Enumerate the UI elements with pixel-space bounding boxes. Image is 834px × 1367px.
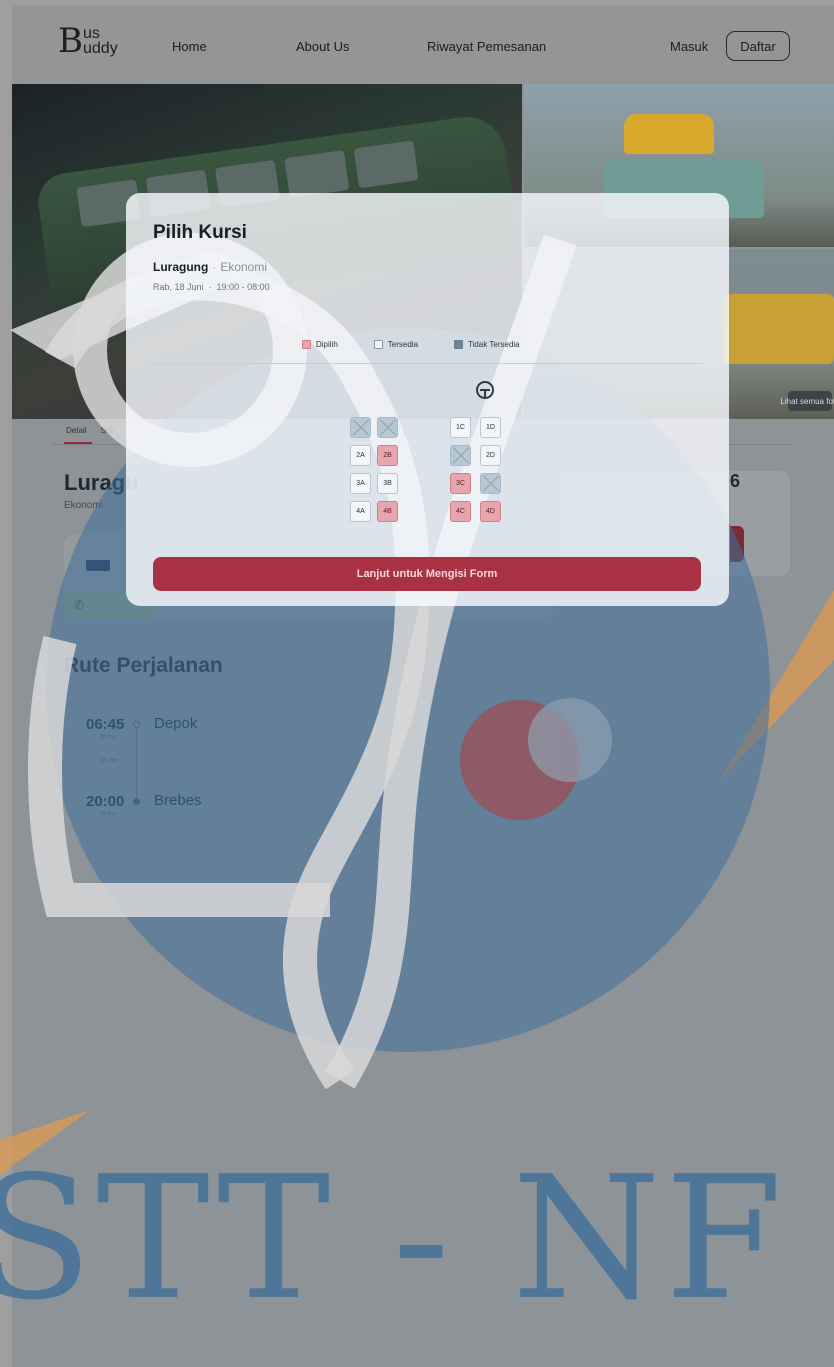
tab-seat[interactable]: Sea [100, 426, 114, 435]
duration: 13j 15m [100, 758, 118, 764]
modal-schedule: Rab, 18 Juni · 19:00 - 08:00 [153, 282, 270, 292]
modal-operator: Luragung [153, 260, 209, 274]
nav-home-link[interactable]: Home [172, 39, 207, 54]
legend-available: Tersedia [373, 340, 419, 349]
modal-title: Pilih Kursi [153, 222, 247, 243]
arrive-date: 18 Jun [100, 811, 116, 817]
seat-1d[interactable]: 1D [480, 417, 501, 438]
seat-4d[interactable]: 4D [480, 501, 501, 522]
seat-3a[interactable]: 3A [350, 473, 371, 494]
nav-history-link[interactable]: Riwayat Pemesanan [427, 39, 546, 54]
depart-date: 18 Jun [100, 734, 116, 740]
arrive-city: Brebes [154, 792, 202, 809]
legend-unavailable: Tidak Tersedia [454, 340, 520, 349]
tab-detail[interactable]: Detail [66, 426, 86, 435]
modal-date: Rab, 18 Juni [153, 282, 204, 292]
depart-time: 06:45 [86, 716, 125, 733]
seat-4c[interactable]: 4C [450, 501, 471, 522]
depart-city: Depok [154, 715, 198, 732]
route-card [64, 689, 554, 839]
steering-wheel-icon [476, 381, 494, 399]
depart-dot [133, 721, 140, 728]
seat-2c [450, 445, 471, 466]
seat-legend: Dipilih Tersedia Tidak Tersedia [302, 340, 556, 349]
navbar: B us uddy Home About Us Riwayat Pemesana… [12, 6, 834, 84]
phone-icon: ✆ [74, 598, 85, 612]
legend-available-label: Tersedia [387, 340, 419, 349]
modal-class: Ekonomi [220, 260, 268, 274]
legend-selected: Dipilih [302, 340, 338, 349]
seat-4a[interactable]: 4A [350, 501, 371, 522]
legend-unavailable-label: Tidak Tersedia [468, 340, 520, 349]
seat-2a[interactable]: 2A [350, 445, 371, 466]
seat-1a [350, 417, 371, 438]
active-tab-indicator [64, 442, 92, 444]
bus-icon [86, 560, 110, 571]
arrive-time: 20:00 [86, 793, 125, 810]
yellow-van-image [624, 114, 714, 154]
route-title: Rute Perjalanan [64, 654, 223, 677]
seat-2d[interactable]: 2D [480, 445, 501, 466]
logo-bottom: uddy [83, 40, 118, 57]
logo-top: us [83, 25, 100, 42]
logo-letter: B [58, 21, 83, 61]
legend-unavailable-swatch [454, 340, 464, 349]
legend-selected-swatch [302, 340, 311, 349]
seat-1b [377, 417, 398, 438]
trip-class: Ekonomi [64, 500, 103, 511]
modal-time: 19:00 - 08:00 [216, 282, 270, 292]
book-button[interactable] [730, 526, 744, 562]
see-all-photos-button[interactable]: Lihat semua foto [780, 391, 834, 411]
register-button[interactable]: Daftar [726, 31, 790, 61]
seat-3b[interactable]: 3B [377, 473, 398, 494]
seat-2b[interactable]: 2B [377, 445, 398, 466]
schoolbus-image [724, 294, 834, 364]
seat-3d [480, 473, 501, 494]
arrive-dot [133, 798, 140, 805]
legend-available-swatch [373, 340, 383, 349]
modal-route: Luragung · Ekonomi [153, 260, 268, 274]
legend-selected-label: Dipilih [316, 340, 338, 349]
nav-about-link[interactable]: About Us [296, 39, 349, 54]
logo-words: us uddy [83, 25, 118, 57]
detail-tabs: Detail Sea [66, 426, 115, 435]
watermark-text: STT - NF [0, 1140, 787, 1338]
continue-button[interactable]: Lanjut untuk Mengisi Form [153, 557, 701, 591]
logo[interactable]: B us uddy [58, 24, 118, 58]
route-line [136, 728, 137, 798]
seat-picker-modal: Pilih Kursi Luragung · Ekonomi Rab, 18 Jun… [126, 193, 729, 606]
login-link[interactable]: Masuk [670, 39, 708, 54]
seat-1c[interactable]: 1C [450, 417, 471, 438]
price-value: 6 [730, 471, 741, 491]
seat-4b[interactable]: 4B [377, 501, 398, 522]
seat-3c[interactable]: 3C [450, 473, 471, 494]
modal-divider [153, 363, 703, 364]
